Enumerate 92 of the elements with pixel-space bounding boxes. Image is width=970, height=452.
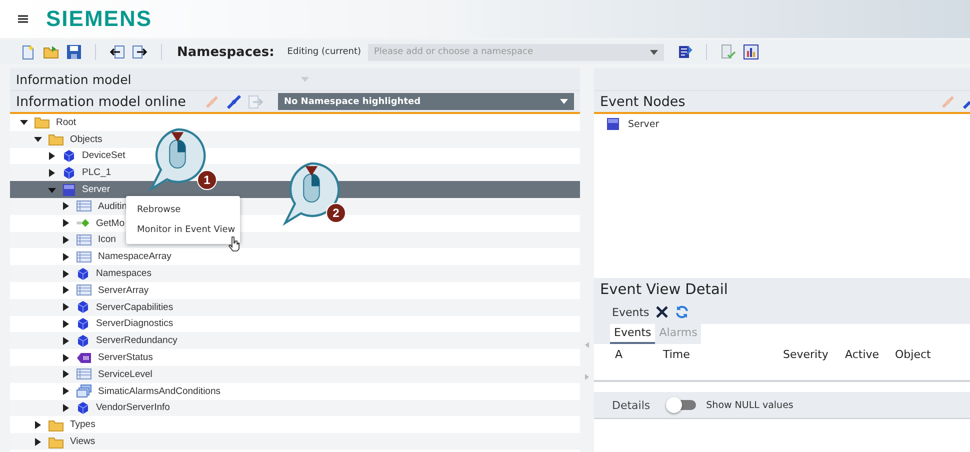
collapsed-arrow-icon[interactable]: [62, 252, 70, 261]
table-icon: [76, 234, 92, 246]
close-icon[interactable]: [656, 306, 668, 318]
refresh-icon[interactable]: [675, 305, 690, 319]
collapsed-arrow-icon[interactable]: [62, 387, 70, 396]
column-header[interactable]: Severity: [783, 348, 828, 361]
collapsed-arrow-icon[interactable]: [62, 404, 70, 412]
tree-item[interactable]: Icon: [98, 234, 116, 246]
folder-icon: [48, 434, 64, 449]
cube-icon: [62, 166, 76, 180]
folder-icon: [48, 132, 64, 146]
tree-item[interactable]: Views: [70, 436, 96, 448]
cube-icon: [76, 316, 90, 331]
table-icon: [76, 200, 92, 212]
collapsed-arrow-icon[interactable]: [34, 438, 42, 446]
collapsed-arrow-icon[interactable]: [62, 303, 70, 312]
cube-icon: [76, 300, 90, 314]
collapsed-arrow-icon[interactable]: [48, 168, 56, 177]
column-header[interactable]: Time: [663, 348, 690, 361]
namespaces-label: Namespaces:: [177, 44, 274, 60]
tree-item[interactable]: ServerArray: [98, 284, 149, 296]
server-node-icon: [606, 117, 620, 131]
collapsed-arrow-icon[interactable]: [62, 370, 70, 378]
menu-icon[interactable]: [18, 15, 28, 23]
tree-item[interactable]: ServerStatus: [98, 352, 153, 364]
collapsed-arrow-icon[interactable]: [62, 270, 70, 278]
table-icon: [76, 368, 92, 380]
table-icon: [76, 284, 92, 296]
tree-item[interactable]: PLC_1: [82, 167, 112, 178]
collapsed-arrow-icon[interactable]: [62, 202, 70, 210]
collapsed-arrow-icon[interactable]: [48, 152, 56, 160]
column-header[interactable]: Object: [895, 348, 931, 361]
tree-item[interactable]: VendorServerInfo: [96, 402, 170, 414]
tree-item[interactable]: SimaticAlarmsAndConditions: [98, 386, 220, 397]
cube-icon: [76, 334, 90, 348]
dropdown-caret-icon: [650, 50, 658, 54]
tree-item[interactable]: Types: [70, 419, 96, 430]
tree-item[interactable]: ServiceLevel: [98, 368, 152, 380]
logo: SIEMENS: [46, 6, 152, 32]
tab[interactable]: Events: [610, 324, 656, 344]
tree-item[interactable]: ServerDiagnostics: [96, 318, 174, 330]
cube-icon: [62, 148, 76, 163]
event-node-item[interactable]: Server: [606, 117, 660, 131]
toggle-label: Show NULL values: [706, 400, 794, 410]
expanded-arrow-icon[interactable]: [34, 135, 42, 144]
import-icon[interactable]: [109, 44, 125, 60]
dropdown-caret-icon: [560, 99, 568, 104]
tree-item[interactable]: DeviceSet: [82, 150, 126, 162]
events-label: Events: [612, 306, 650, 318]
server-node-icon: [62, 182, 76, 197]
column-header[interactable]: Active: [845, 348, 880, 361]
new-file-icon[interactable]: [20, 44, 36, 60]
tree-item[interactable]: Objects: [70, 134, 102, 145]
open-folder-icon[interactable]: [43, 44, 59, 60]
collapsed-arrow-icon[interactable]: [62, 320, 70, 328]
collapsed-arrow-icon[interactable]: [62, 286, 70, 294]
save-icon[interactable]: [66, 44, 82, 60]
tree-item[interactable]: Server: [82, 184, 110, 196]
cube-icon: [76, 266, 90, 281]
panel-subtitle: Information model online: [16, 94, 186, 110]
method-icon: [76, 218, 90, 228]
tree-item[interactable]: Root: [56, 116, 76, 128]
edit-document-icon[interactable]: [677, 44, 693, 60]
menu-item[interactable]: Rebrowse: [126, 200, 240, 220]
tree-item[interactable]: Auditin: [98, 200, 128, 212]
panel-title: Information model: [16, 72, 132, 86]
collapsed-arrow-icon[interactable]: [34, 420, 42, 429]
export-icon[interactable]: [132, 44, 148, 60]
namespace-highlight-dropdown[interactable]: No Namespace highlighted: [278, 93, 574, 110]
collapsed-arrow-icon[interactable]: [62, 354, 70, 362]
editing-mode-label: Editing (current): [287, 47, 361, 57]
stacked-pages-icon: [76, 384, 92, 398]
connect-icon[interactable]: [226, 94, 242, 110]
table-icon: [76, 250, 92, 263]
tag-icon: [76, 352, 92, 364]
cube-icon: [76, 400, 90, 415]
section-title: Event View Detail: [599, 281, 729, 300]
checked-document-icon[interactable]: [720, 44, 736, 60]
details-label: Details: [612, 398, 650, 412]
collapsed-arrow-icon[interactable]: [62, 219, 70, 228]
tree-item[interactable]: NamespaceArray: [98, 251, 172, 262]
column-header[interactable]: A: [615, 348, 623, 361]
tree-item[interactable]: Namespaces: [96, 268, 152, 280]
panel-subtitle: Event Nodes: [600, 94, 686, 110]
tree-item[interactable]: ServerRedundancy: [96, 335, 178, 346]
bar-chart-icon[interactable]: [743, 44, 759, 60]
tree-item[interactable]: ServerCapabilities: [96, 302, 174, 313]
collapsed-arrow-icon[interactable]: [62, 336, 70, 345]
tree-item[interactable]: GetMo: [96, 218, 125, 229]
menu-item[interactable]: Monitor in Event View: [126, 220, 240, 240]
expanded-arrow-icon[interactable]: [20, 118, 28, 126]
collapsed-arrow-icon[interactable]: [62, 236, 70, 244]
